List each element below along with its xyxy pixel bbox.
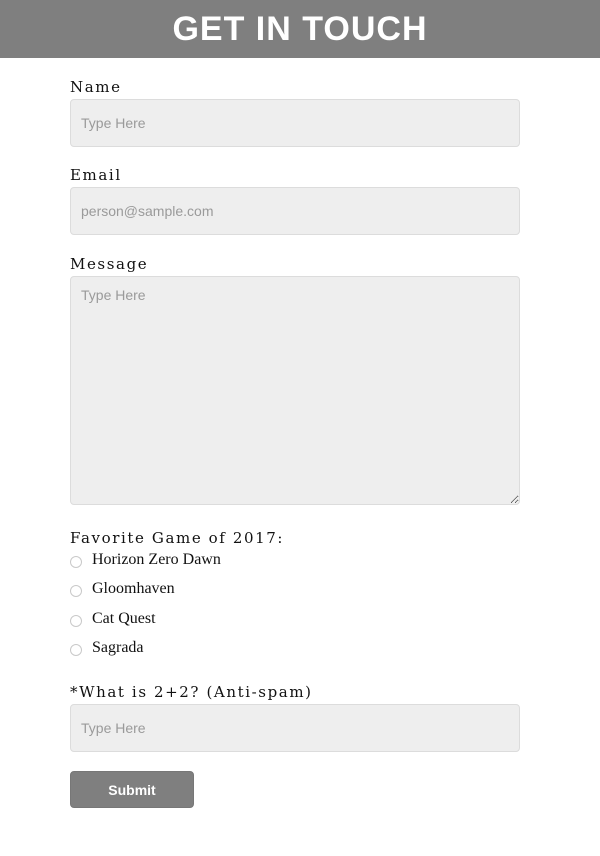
radio-button[interactable] (70, 555, 82, 568)
message-label: Message (70, 255, 149, 273)
radio-option-horizon-zero-dawn[interactable]: Horizon Zero Dawn (70, 549, 221, 571)
radio-button[interactable] (70, 584, 82, 597)
antispam-input[interactable] (70, 704, 520, 752)
submit-button[interactable]: Submit (70, 771, 194, 808)
radio-option-label: Horizon Zero Dawn (92, 551, 221, 568)
radio-option-label: Cat Quest (92, 610, 156, 627)
radio-button[interactable] (70, 643, 82, 656)
antispam-label: *What is 2+2? (Anti-spam) (70, 683, 313, 701)
name-input[interactable] (70, 99, 520, 147)
radio-option-sagrada[interactable]: Sagrada (70, 637, 144, 659)
email-label: Email (70, 166, 122, 184)
page-title: GET IN TOUCH (172, 9, 428, 48)
email-input[interactable] (70, 187, 520, 235)
radio-option-gloomhaven[interactable]: Gloomhaven (70, 578, 175, 600)
radio-option-label: Gloomhaven (92, 580, 175, 597)
radio-option-label: Sagrada (92, 639, 144, 656)
radio-button[interactable] (70, 614, 82, 627)
name-label: Name (70, 78, 122, 96)
favorite-game-label: Favorite Game of 2017: (70, 529, 285, 547)
page-header: GET IN TOUCH (0, 0, 600, 58)
radio-option-cat-quest[interactable]: Cat Quest (70, 608, 156, 630)
message-textarea[interactable] (70, 276, 520, 505)
